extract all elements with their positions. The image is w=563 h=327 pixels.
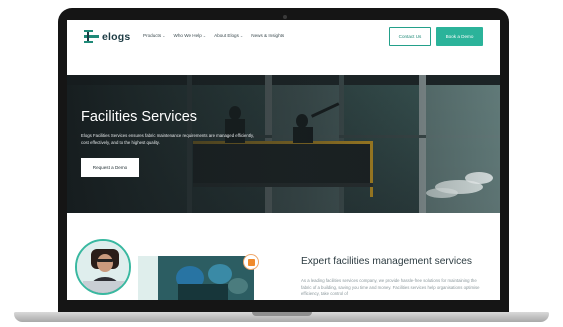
orange-badge-icon — [243, 254, 259, 270]
laptop-mockup: elogs Products ⌄ Who We Help ⌄ About Elo… — [0, 0, 563, 327]
chevron-down-icon: ⌄ — [202, 33, 207, 38]
nav-item-about[interactable]: About Elogs ⌄ — [214, 33, 243, 38]
nav-item-label: News & Insights — [251, 33, 285, 38]
hero-description: Elogs Facilities Services ensures fabric… — [81, 133, 254, 145]
nav-item-products[interactable]: Products ⌄ — [143, 33, 166, 38]
nav-item-who-we-help[interactable]: Who We Help ⌄ — [174, 33, 207, 38]
elogs-logo-icon — [84, 30, 99, 43]
chevron-down-icon: ⌄ — [162, 33, 166, 38]
nav-item-label: About Elogs — [214, 33, 239, 38]
site-header: elogs Products ⌄ Who We Help ⌄ About Elo… — [67, 20, 500, 54]
main-nav: Products ⌄ Who We Help ⌄ About Elogs ⌄ N… — [143, 33, 284, 38]
services-section: Expert facilities management services As… — [67, 213, 500, 300]
request-demo-button[interactable]: Request a Demo — [81, 158, 139, 177]
person-photo — [77, 241, 129, 293]
equipment-image — [138, 256, 254, 300]
contact-us-button[interactable]: Contact Us — [389, 27, 431, 46]
nav-item-label: Who We Help — [173, 33, 202, 38]
hero-banner: Facilities Services Elogs Facilities Ser… — [67, 75, 500, 213]
webcam — [283, 15, 287, 19]
chevron-down-icon: ⌄ — [239, 33, 244, 38]
nav-item-news[interactable]: News & Insights — [251, 33, 284, 38]
book-demo-button[interactable]: Book a Demo — [436, 27, 483, 46]
logo-text: elogs — [102, 30, 131, 43]
laptop-screen: elogs Products ⌄ Who We Help ⌄ About Elo… — [67, 20, 500, 300]
hero-title: Facilities Services — [81, 109, 198, 125]
site-logo[interactable]: elogs — [84, 30, 130, 43]
workers-photo — [138, 256, 254, 300]
laptop-notch — [252, 312, 312, 316]
section-body: As a leading facilities services company… — [301, 278, 480, 296]
section-title: Expert facilities management services — [301, 256, 472, 267]
profile-avatar — [75, 239, 131, 295]
nav-item-label: Products — [143, 33, 162, 38]
